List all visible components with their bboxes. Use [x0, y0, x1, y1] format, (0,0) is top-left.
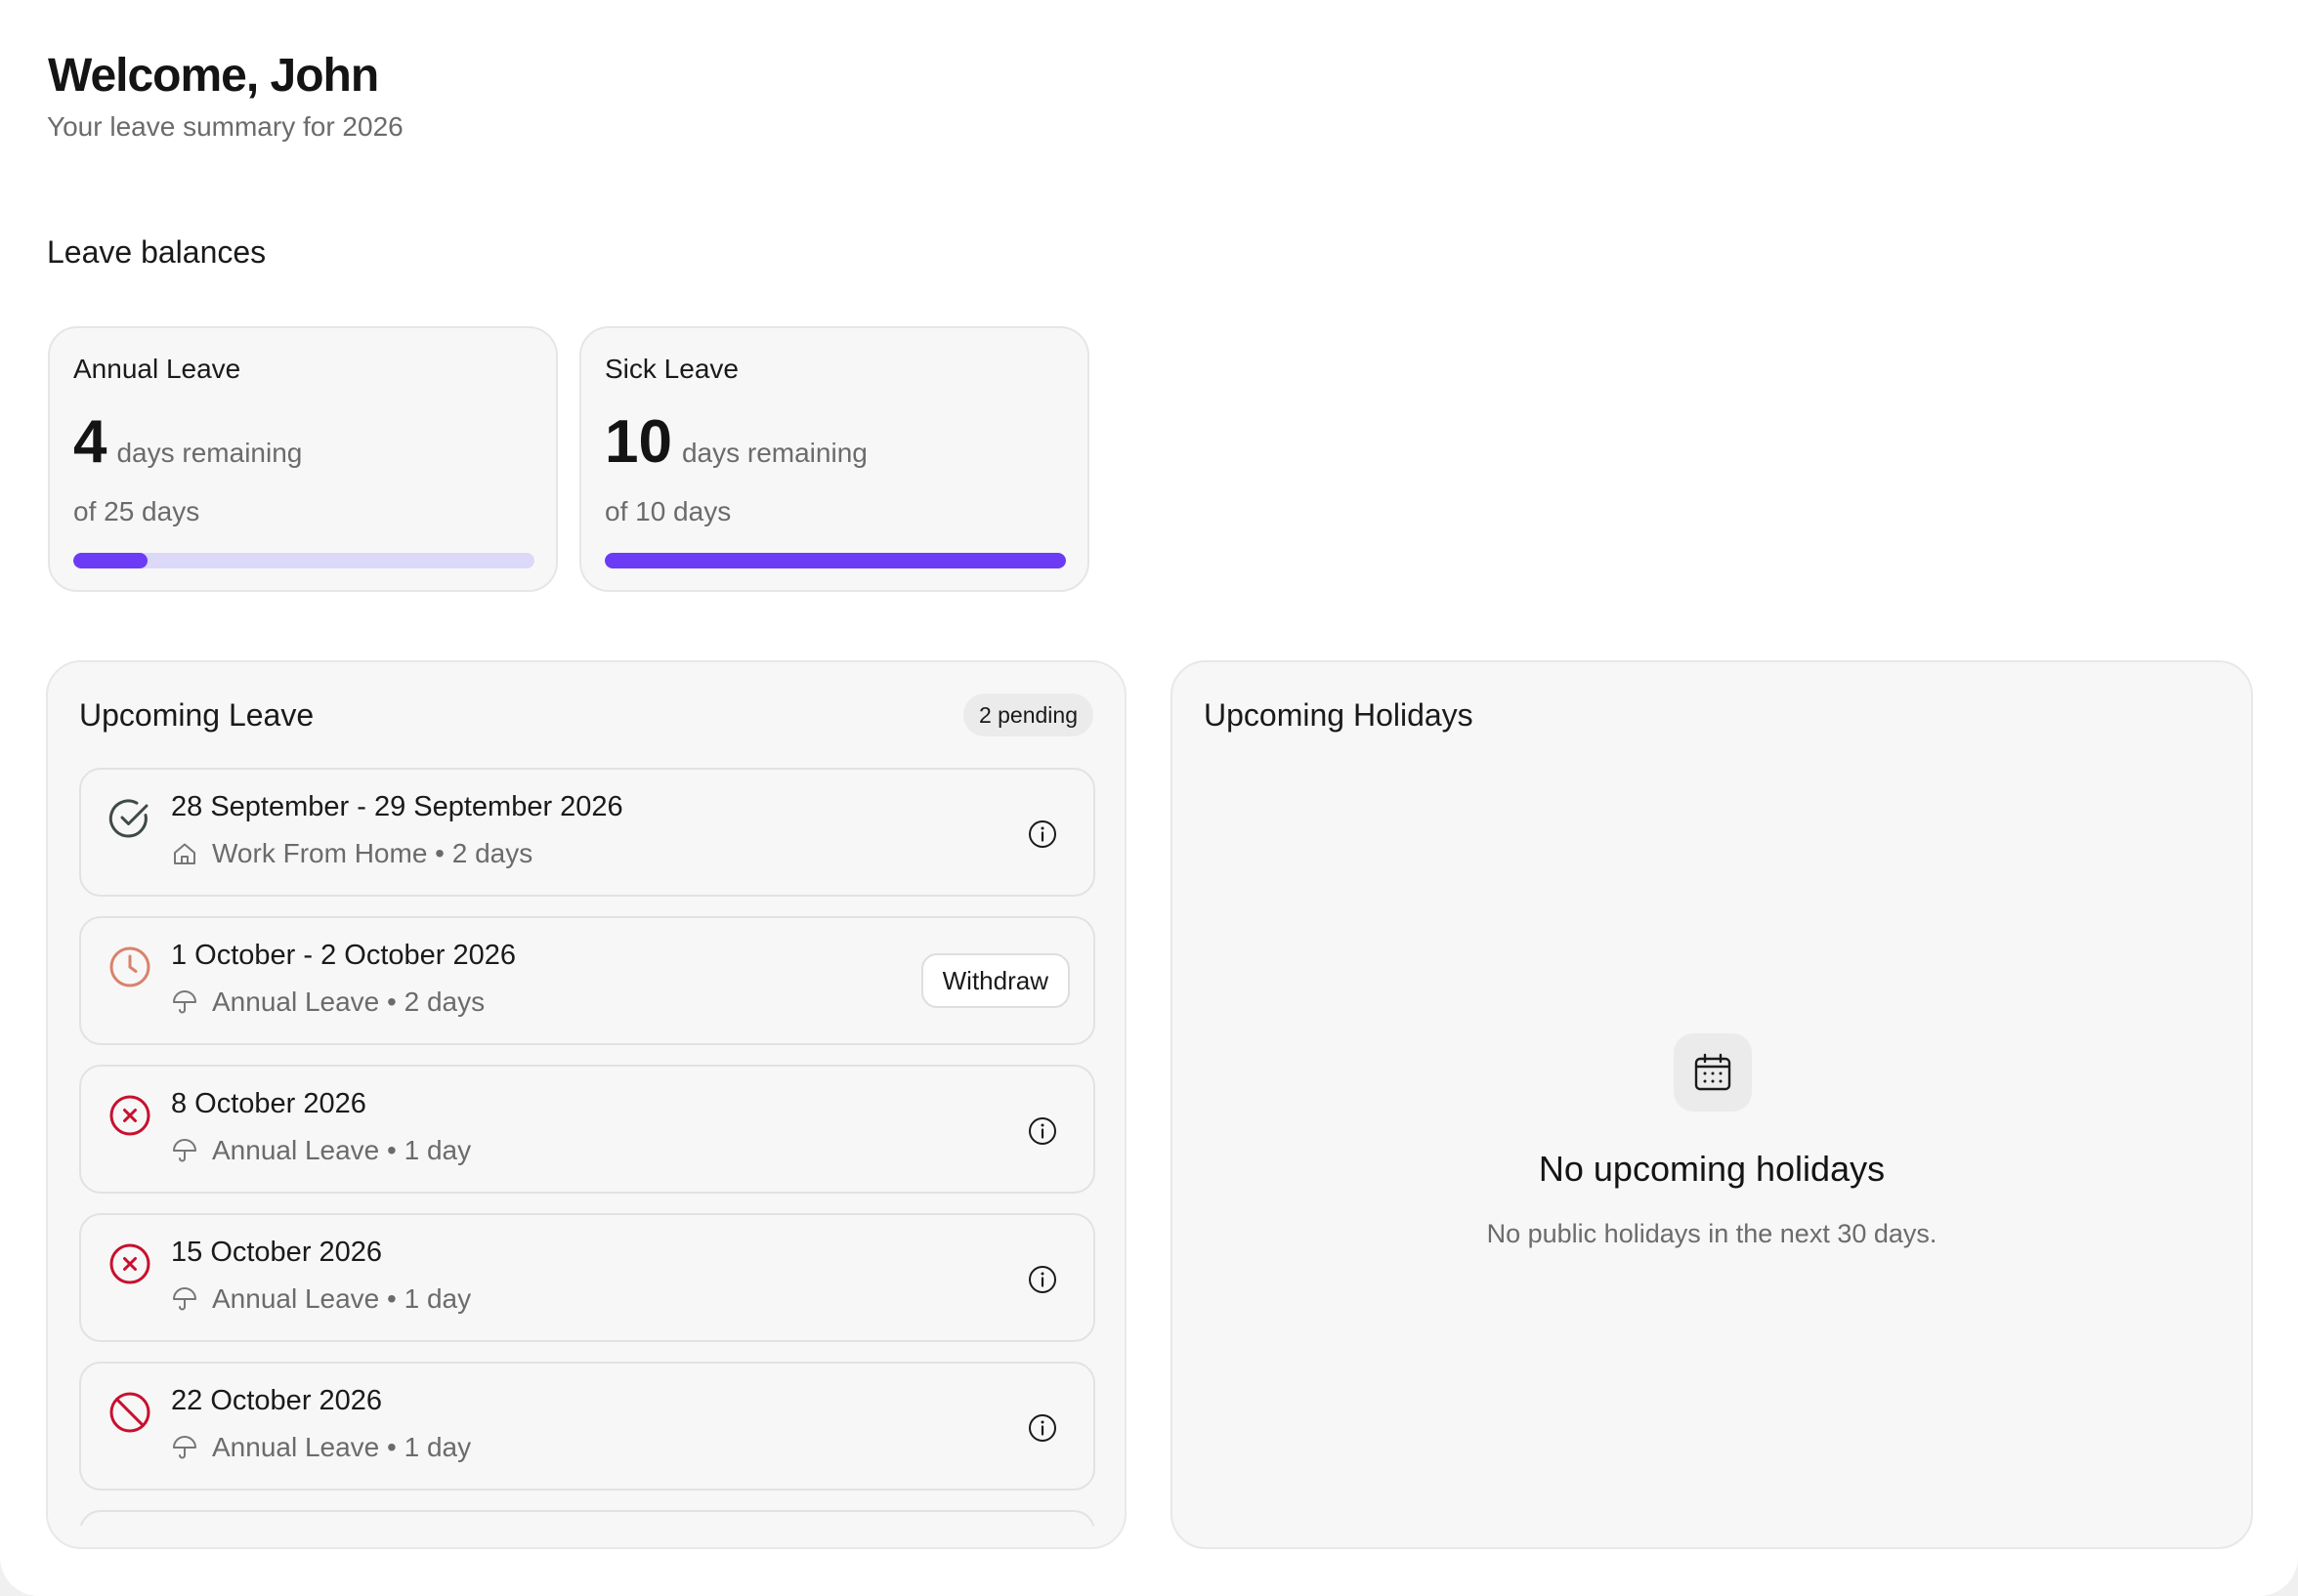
leave-item[interactable]: 1 October - 2 October 2026 Annual Leave … [79, 916, 1095, 1045]
withdraw-button[interactable]: Withdraw [920, 953, 1070, 1008]
upcoming-leave-title: Upcoming Leave [79, 697, 315, 733]
leave-balances-heading: Leave balances [47, 234, 267, 270]
balance-value: 4 [73, 408, 107, 476]
leave-item-meta: Work From Home • 2 days [212, 838, 533, 868]
leave-item-meta: Annual Leave • 2 days [212, 987, 486, 1017]
empty-state-description: No public holidays in the next 30 days. [1486, 1219, 1937, 1248]
leave-item-date: 28 September - 29 September 2026 [171, 791, 623, 822]
umbrella-icon [173, 1287, 196, 1311]
sick-leave-card: Sick Leave 10 days remaining of 10 days [579, 326, 1089, 592]
leave-item-meta-row: Annual Leave • 2 days [171, 987, 485, 1018]
leave-item-date: 22 October 2026 [171, 1385, 383, 1416]
leave-item-date: 8 October 2026 [171, 1088, 366, 1119]
balance-progress-fill [605, 553, 1066, 568]
balance-value: 10 [605, 408, 672, 476]
leave-item-meta: Annual Leave • 1 day [212, 1432, 472, 1462]
leave-item-meta-row: Annual Leave • 1 day [171, 1432, 471, 1463]
balance-progress-bar [605, 553, 1066, 568]
leave-item-meta: Annual Leave • 1 day [212, 1135, 472, 1165]
page-subtitle: Your leave summary for 2026 [47, 111, 404, 142]
umbrella-icon [173, 1139, 196, 1162]
leave-item[interactable]: 22 October 2026 Annual Leave • 1 day [79, 1362, 1095, 1491]
approved-check-icon [108, 799, 149, 838]
empty-state-icon-container [1674, 1033, 1752, 1112]
upcoming-holidays-panel: Upcoming Holidays No upcoming holidays N… [1170, 660, 2253, 1549]
leave-item[interactable]: 28 September - 29 September 2026 Work Fr… [79, 768, 1095, 897]
info-icon[interactable] [1027, 1115, 1058, 1147]
annual-leave-card: Annual Leave 4 days remaining of 25 days [48, 326, 558, 592]
calendar-icon [1694, 1053, 1731, 1091]
page-title: Welcome, John [48, 50, 379, 102]
rejected-x-icon [109, 1095, 150, 1136]
umbrella-icon [173, 990, 196, 1014]
balance-total: of 10 days [605, 496, 732, 526]
balance-remaining-label: days remaining [116, 438, 303, 468]
balance-progress-bar [73, 553, 534, 568]
home-icon [174, 843, 195, 864]
dashboard-page: Welcome, John Your leave summary for 202… [0, 0, 2298, 1596]
umbrella-icon [173, 1436, 196, 1459]
balance-value-row: 10 days remaining [605, 412, 868, 473]
balance-card-title: Sick Leave [605, 354, 739, 384]
leave-item-meta-row: Annual Leave • 1 day [171, 1135, 471, 1166]
leave-item-meta: Annual Leave • 1 day [212, 1283, 472, 1314]
upcoming-leave-list[interactable]: 28 September - 29 September 2026 Work Fr… [79, 768, 1095, 1526]
cancelled-ban-icon [109, 1392, 150, 1433]
rejected-x-icon [109, 1243, 150, 1284]
pending-count-badge: 2 pending [962, 693, 1093, 736]
pending-clock-icon [109, 946, 150, 987]
leave-item[interactable]: 8 October 2026 Annual Leave • 1 day [79, 1065, 1095, 1194]
balance-card-title: Annual Leave [73, 354, 241, 384]
balance-total: of 25 days [73, 496, 200, 526]
balance-remaining-label: days remaining [681, 438, 868, 468]
info-icon[interactable] [1027, 819, 1058, 850]
upcoming-leave-panel: Upcoming Leave 2 pending 28 September - … [46, 660, 1127, 1549]
leave-item-meta-row: Work From Home • 2 days [171, 838, 532, 869]
leave-item-meta-row: Annual Leave • 1 day [171, 1283, 471, 1315]
leave-item-date: 15 October 2026 [171, 1237, 383, 1268]
leave-item-date: 1 October - 2 October 2026 [171, 940, 517, 971]
upcoming-holidays-title: Upcoming Holidays [1204, 697, 1473, 733]
balance-progress-fill [73, 553, 148, 568]
balance-value-row: 4 days remaining [73, 412, 302, 473]
info-icon[interactable] [1027, 1264, 1058, 1295]
leave-item[interactable]: 15 October 2026 Annual Leave • 1 day [79, 1213, 1095, 1342]
info-icon[interactable] [1027, 1412, 1058, 1444]
empty-state-title: No upcoming holidays [1538, 1149, 1886, 1189]
leave-item-partial [79, 1510, 1095, 1526]
